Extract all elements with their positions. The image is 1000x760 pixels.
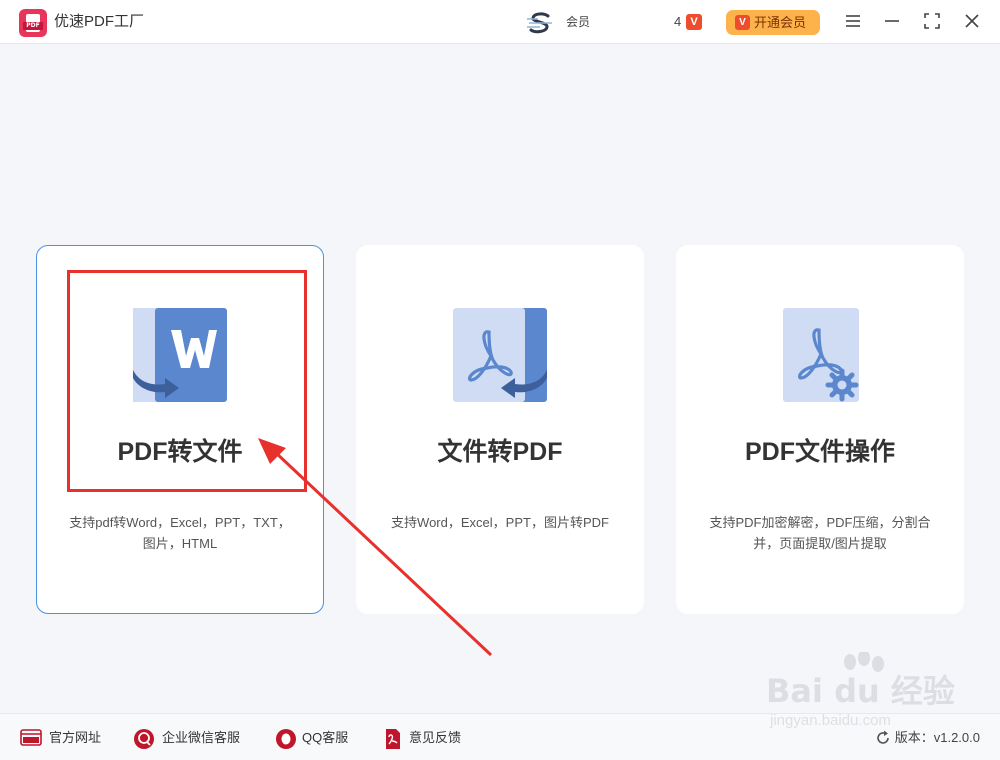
card-file-to-pdf[interactable]: 文件转PDF 支持Word，Excel，PPT，图片转PDF	[356, 245, 644, 614]
card-pdf-operation[interactable]: PDF文件操作 支持PDF加密解密，PDF压缩，分割合 并，页面提取/图片提取	[676, 245, 964, 614]
minimize-icon[interactable]	[882, 11, 902, 31]
card-title: PDF文件操作	[744, 438, 895, 466]
close-icon[interactable]	[962, 11, 982, 31]
feedback-link[interactable]: 意见反馈	[383, 728, 473, 749]
wechat-service-link[interactable]: 企业微信客服	[133, 728, 253, 749]
user-name[interactable]: 会员	[566, 13, 590, 31]
qq-service-link[interactable]: QQ客服	[275, 728, 365, 749]
maximize-icon[interactable]	[922, 11, 942, 31]
paw-icon	[844, 652, 884, 672]
open-vip-label: 开通会员	[754, 15, 807, 30]
app-title: 优速PDF工厂	[54, 13, 145, 30]
feedback-icon	[386, 729, 400, 749]
official-website-link[interactable]: 官方网址	[20, 728, 110, 748]
footer-bar: 官方网址 企业微信客服 QQ客服 意见反馈 版本：v1.2.0.0	[0, 713, 1000, 760]
file-to-pdf-icon	[453, 308, 547, 402]
menu-icon[interactable]	[843, 11, 863, 31]
card-description: 支持PDF加密解密，PDF压缩，分割合 并，页面提取/图片提取	[709, 515, 931, 551]
refresh-icon[interactable]	[875, 730, 891, 746]
card-title: PDF转文件	[117, 438, 243, 466]
card-description: 支持Word，Excel，PPT，图片转PDF	[391, 515, 609, 530]
pdf-operation-icon	[783, 308, 859, 402]
card-description: 支持pdf转Word，Excel，PPT，TXT， 图片，HTML	[69, 515, 291, 551]
open-vip-button[interactable]: V 开通会员	[726, 10, 820, 35]
user-avatar-icon[interactable]	[526, 12, 556, 34]
qq-icon	[276, 729, 296, 749]
card-title: 文件转PDF	[437, 438, 563, 466]
pdf-to-word-icon	[133, 308, 227, 402]
title-bar: PDF 优速PDF工厂 会员 4 V V 开通会员	[0, 0, 1000, 44]
app-logo-icon: PDF	[19, 9, 47, 37]
version-info: 版本：v1.2.0.0	[875, 728, 980, 748]
card-pdf-to-file[interactable]: PDF转文件 支持pdf转Word，Excel，PPT，TXT， 图片，HTML	[36, 245, 324, 614]
wechat-service-icon	[134, 729, 154, 749]
points-icon: V	[686, 14, 702, 30]
version-text: 版本：v1.2.0.0	[894, 730, 980, 745]
points-count: 4	[674, 14, 682, 29]
vip-icon: V	[735, 15, 750, 30]
website-icon	[20, 729, 42, 746]
